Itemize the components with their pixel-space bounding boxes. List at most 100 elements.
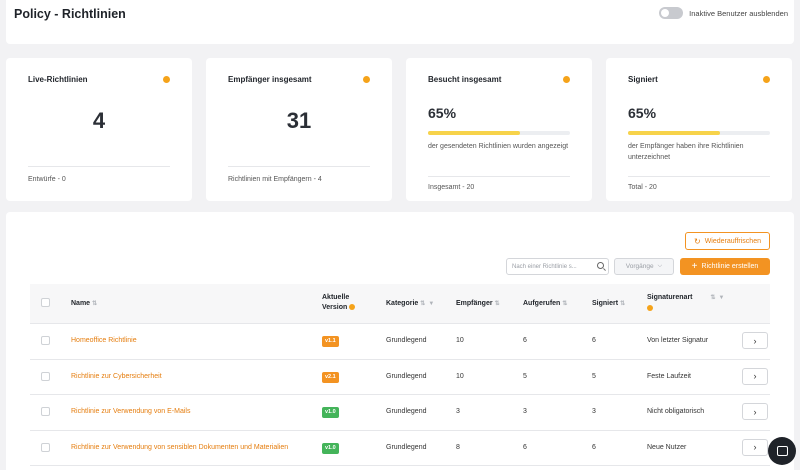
policies-table: Name ⇅ Aktuelle Version Kategorie ⇅ ▼ Empfän… bbox=[30, 284, 770, 466]
filter-icon: ▼ bbox=[718, 295, 725, 301]
plus-icon: + bbox=[691, 261, 698, 272]
signed-cell: 6 bbox=[592, 443, 596, 451]
page-title: Policy - Richtlinien bbox=[14, 7, 126, 21]
chevron-right-icon: › bbox=[753, 371, 757, 381]
card-footer: Insgesamt - 20 bbox=[428, 184, 475, 191]
page-header: Policy - Richtlinien Inaktive Benutzer a… bbox=[6, 0, 794, 44]
open-row-button[interactable]: › bbox=[742, 438, 768, 456]
open-row-button[interactable]: › bbox=[742, 403, 768, 420]
chat-icon bbox=[776, 446, 788, 456]
stat-value: 31 bbox=[286, 108, 312, 133]
table-row[interactable]: Homeoffice Richtlinie v1.1 Grundlegend 1… bbox=[30, 324, 770, 360]
table-row[interactable]: Richtlinie zur Verwendung von E-Mails v1… bbox=[30, 395, 770, 431]
policy-name-link[interactable]: Homeoffice Richtlinie bbox=[71, 337, 137, 344]
divider bbox=[28, 166, 170, 167]
stat-value: 4 bbox=[92, 108, 106, 133]
stat-percent: 65% bbox=[628, 105, 657, 121]
info-icon[interactable] bbox=[647, 305, 653, 311]
policy-name-link[interactable]: Richtlinie zur Verwendung von E-Mails bbox=[71, 408, 190, 415]
card-title: Besucht insgesamt bbox=[428, 75, 502, 84]
column-opened[interactable]: Aufgerufen ⇅ bbox=[523, 299, 567, 309]
policy-name-link[interactable]: Richtlinie zur Cybersicherheit bbox=[71, 373, 162, 380]
card-footer: Total - 20 bbox=[628, 184, 657, 191]
opened-cell: 6 bbox=[523, 443, 527, 451]
divider bbox=[428, 176, 570, 177]
refresh-label: Wiederauffrischen bbox=[704, 237, 761, 245]
refresh-icon: ↻ bbox=[694, 236, 701, 246]
category-cell: Grundlegend bbox=[386, 443, 427, 451]
card-description: der Empfänger haben ihre Richtlinien unt… bbox=[628, 143, 744, 161]
card-title: Signiert bbox=[628, 75, 658, 84]
column-signed[interactable]: Signiert ⇅ bbox=[592, 299, 625, 309]
select-all-checkbox[interactable] bbox=[41, 298, 50, 307]
recipients-cell: 10 bbox=[456, 337, 464, 344]
table-header: Name ⇅ Aktuelle Version Kategorie ⇅ ▼ Empfän… bbox=[30, 284, 770, 324]
recipients-cell: 3 bbox=[456, 408, 460, 415]
stat-card-visited: Besucht insgesamt 65% der gesendeten Ric… bbox=[406, 58, 592, 201]
progress-bar bbox=[428, 131, 570, 135]
inactive-users-toggle[interactable] bbox=[659, 7, 684, 19]
stat-card-total-recipients: Empfänger insgesamt 31 Richtlinien mit E… bbox=[206, 58, 392, 201]
table-row[interactable]: Richtlinie zur Cybersicherheit v2.1 Grun… bbox=[30, 360, 770, 395]
policies-panel: ↻ Wiederauffrischen Nach einer Richtlini… bbox=[6, 212, 794, 470]
column-name[interactable]: Name ⇅ bbox=[71, 299, 97, 309]
row-checkbox[interactable] bbox=[41, 407, 50, 416]
open-row-button[interactable]: › bbox=[742, 367, 768, 385]
info-icon[interactable] bbox=[763, 76, 770, 83]
progress-fill bbox=[628, 131, 721, 135]
divider bbox=[628, 176, 770, 177]
create-policy-button[interactable]: + Richtlinie erstellen bbox=[680, 258, 770, 275]
chat-button[interactable] bbox=[768, 437, 796, 465]
search-placeholder: Nach einer Richtlinie s... bbox=[512, 263, 577, 270]
refresh-button[interactable]: ↻ Wiederauffrischen bbox=[685, 232, 770, 250]
stat-percent: 65% bbox=[428, 105, 457, 121]
stat-card-live-policies: Live-Richtlinien 4 Entwürfe - 0 bbox=[6, 58, 192, 201]
sort-icon: ⇅ bbox=[420, 301, 426, 307]
recipients-cell: 8 bbox=[456, 443, 460, 451]
chevron-right-icon: › bbox=[753, 335, 757, 346]
column-signature-type[interactable]: Signaturenart ⇅ ▼ bbox=[647, 293, 727, 313]
info-icon[interactable] bbox=[363, 76, 370, 83]
version-badge: v1.1 bbox=[322, 336, 339, 347]
card-footer: Entwürfe - 0 bbox=[28, 176, 66, 183]
info-icon[interactable] bbox=[563, 76, 570, 83]
category-cell: Grundlegend bbox=[386, 372, 427, 380]
policy-name-link[interactable]: Richtlinie zur Verwendung von sensiblen … bbox=[71, 444, 288, 451]
operations-select[interactable]: Vorgänge ⌵ bbox=[614, 258, 674, 275]
column-recipients[interactable]: Empfänger ⇅ bbox=[456, 299, 500, 309]
open-row-button[interactable]: › bbox=[742, 332, 768, 349]
version-badge: v1.0 bbox=[322, 442, 339, 454]
sort-icon: ⇅ bbox=[494, 301, 500, 307]
divider bbox=[228, 166, 370, 167]
sort-icon: ⇅ bbox=[562, 301, 568, 307]
progress-bar bbox=[628, 131, 770, 135]
signed-cell: 3 bbox=[592, 408, 596, 415]
row-checkbox[interactable] bbox=[41, 371, 50, 381]
chevron-right-icon: › bbox=[753, 406, 757, 417]
opened-cell: 6 bbox=[523, 337, 527, 344]
category-cell: Grundlegend bbox=[386, 337, 427, 344]
sort-icon: ⇅ bbox=[92, 301, 98, 307]
signed-cell: 6 bbox=[592, 337, 596, 344]
info-icon[interactable] bbox=[349, 304, 356, 310]
select-label: Vorgänge bbox=[625, 263, 654, 270]
chevron-right-icon: › bbox=[753, 442, 757, 452]
card-description: der gesendeten Richtlinien wurden angeze… bbox=[428, 143, 569, 150]
row-checkbox[interactable] bbox=[41, 442, 50, 452]
card-footer: Richtlinien mit Empfängern - 4 bbox=[228, 176, 322, 183]
column-category[interactable]: Kategorie ⇅ ▼ bbox=[386, 299, 434, 309]
search-icon bbox=[597, 262, 604, 269]
recipients-cell: 10 bbox=[456, 372, 464, 380]
sort-icon: ⇅ bbox=[620, 301, 626, 307]
opened-cell: 3 bbox=[523, 408, 527, 415]
card-title: Live-Richtlinien bbox=[28, 75, 88, 84]
toggle-label: Inaktive Benutzer ausblenden bbox=[689, 8, 788, 18]
signed-cell: 5 bbox=[592, 372, 596, 380]
signature-type-cell: Feste Laufzeit bbox=[647, 372, 691, 380]
table-row[interactable]: Richtlinie zur Verwendung von sensiblen … bbox=[30, 431, 770, 466]
search-input[interactable]: Nach einer Richtlinie s... bbox=[506, 258, 609, 275]
row-checkbox[interactable] bbox=[41, 336, 50, 345]
sort-icon: ⇅ bbox=[710, 295, 716, 301]
stat-card-signed: Signiert 65% der Empfänger haben ihre Ri… bbox=[606, 58, 792, 201]
info-icon[interactable] bbox=[163, 76, 170, 83]
